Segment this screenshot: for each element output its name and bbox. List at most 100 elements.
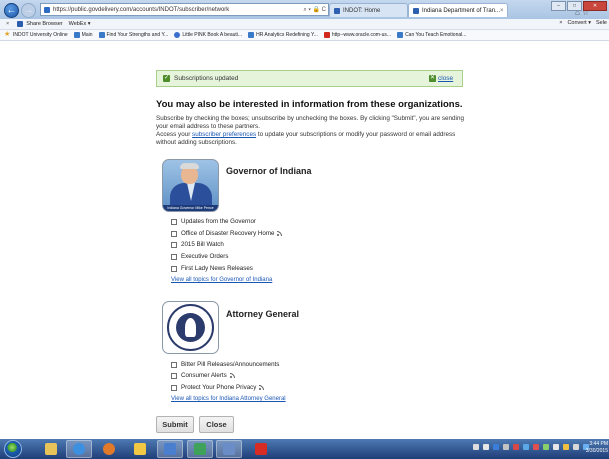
tray-icon[interactable] xyxy=(543,444,549,450)
system-tray xyxy=(473,444,589,450)
close-icon[interactable]: ✕ xyxy=(429,75,436,82)
topic-first-lady-news[interactable]: First Lady News Releases xyxy=(171,265,253,272)
browser-titlebar: ← → https://public.govdelivery.com/accou… xyxy=(0,0,609,19)
tray-icon[interactable] xyxy=(503,444,509,450)
rss-icon[interactable] xyxy=(229,373,235,378)
tab-close-icon[interactable]: × xyxy=(500,8,504,14)
minimize-button[interactable]: – xyxy=(551,1,566,11)
attorney-general-seal xyxy=(162,301,219,354)
tab-indiana-dot[interactable]: Indiana Department of Tran... × xyxy=(408,3,508,17)
command-bar-close-icon[interactable]: × xyxy=(6,21,9,27)
topic-label: Consumer Alerts xyxy=(181,372,227,379)
oracle-icon xyxy=(323,32,330,38)
tab-label: Indiana Department of Tran... xyxy=(422,7,501,14)
topic-checkbox[interactable] xyxy=(171,384,177,391)
topic-checkbox[interactable] xyxy=(171,372,177,379)
start-button[interactable] xyxy=(4,440,22,458)
topic-bitter-pill[interactable]: Bitter Pill Releases/Announcements xyxy=(171,361,279,368)
favorite-indot-university[interactable]: ★ INDOT University Online xyxy=(4,31,68,38)
topic-label: Office of Disaster Recovery Home xyxy=(181,230,275,237)
favorite-main[interactable]: Main xyxy=(73,32,93,38)
topic-label: Executive Orders xyxy=(181,253,229,260)
app-icon xyxy=(164,443,176,455)
tray-icon[interactable] xyxy=(523,444,529,450)
webex-menu[interactable]: WebEx ▾ xyxy=(69,21,91,27)
topic-executive-orders[interactable]: Executive Orders xyxy=(171,253,228,260)
close-button[interactable]: Close xyxy=(199,416,234,433)
intro-line-2: Access your subscriber preferences to up… xyxy=(156,131,476,147)
seal-inner-ring xyxy=(176,313,205,342)
topic-label: Protect Your Phone Privacy xyxy=(181,384,257,391)
topic-phone-privacy[interactable]: Protect Your Phone Privacy xyxy=(171,384,265,391)
topic-consumer-alerts[interactable]: Consumer Alerts xyxy=(171,372,235,379)
tray-icon[interactable] xyxy=(483,444,489,450)
select-menu[interactable]: Sele xyxy=(596,20,607,26)
tab-favicon-icon xyxy=(413,7,419,14)
taskbar-internet-explorer[interactable] xyxy=(66,440,92,458)
taskbar-clock[interactable]: 3:44 PM 3/30/2015 xyxy=(586,441,608,455)
favorite-oracle[interactable]: http--www.oracle.com-us... xyxy=(323,32,391,38)
address-bar[interactable]: https://public.govdelivery.com/accounts/… xyxy=(40,3,329,16)
tray-icon[interactable] xyxy=(563,444,569,450)
address-controls[interactable]: ⌕ ▾ 🔒 C xyxy=(303,6,326,14)
tray-icon[interactable] xyxy=(513,444,519,450)
star-icon: ★ xyxy=(4,31,11,38)
org-name-attorney-general: Attorney General xyxy=(226,309,300,319)
favorite-label: Main xyxy=(81,32,93,38)
tray-icon[interactable] xyxy=(473,444,479,450)
topic-label: First Lady News Releases xyxy=(181,265,253,272)
topic-checkbox[interactable] xyxy=(171,265,177,272)
rss-icon[interactable] xyxy=(277,231,283,236)
volume-icon[interactable] xyxy=(573,444,579,450)
share-browser-button[interactable]: Share Browser xyxy=(26,21,62,27)
intro-line-1: Subscribe by checking the boxes; unsubsc… xyxy=(156,115,464,130)
rss-icon[interactable] xyxy=(259,385,265,390)
topic-checkbox[interactable] xyxy=(171,218,177,225)
back-button[interactable]: ← xyxy=(4,3,19,18)
intro-text-pre: Access your xyxy=(156,130,193,138)
tab-indot-home[interactable]: INDOT: Home xyxy=(329,3,408,17)
taskbar-app-doc[interactable] xyxy=(216,440,242,458)
share-browser-icon xyxy=(17,21,24,27)
taskbar-firefox[interactable] xyxy=(96,440,122,458)
favorite-find-strengths[interactable]: Find Your Strengths and Y... xyxy=(98,32,168,38)
favorite-label: Little PINK Book A beauti... xyxy=(182,32,243,38)
topic-updates-from-governor[interactable]: Updates from the Governor xyxy=(171,218,256,225)
taskbar-app-green[interactable] xyxy=(187,440,213,458)
mail-icon xyxy=(134,443,146,455)
maximize-button[interactable]: □ xyxy=(567,1,582,11)
taskbar-file-explorer[interactable] xyxy=(38,440,64,458)
toolbar-close-icon[interactable]: × xyxy=(559,20,562,26)
tray-icon[interactable] xyxy=(533,444,539,450)
tray-icon[interactable] xyxy=(553,444,559,450)
tab-favicon-icon xyxy=(334,7,340,14)
convert-menu[interactable]: Convert ▾ xyxy=(567,20,591,26)
taskbar-outlook[interactable] xyxy=(127,440,153,458)
favorite-hr-analytics[interactable]: HR Analytics Redefining Y... xyxy=(248,32,318,38)
firefox-icon xyxy=(103,443,115,455)
tray-icon[interactable] xyxy=(493,444,499,450)
window-close-button[interactable]: ✕ xyxy=(583,1,607,11)
topic-checkbox[interactable] xyxy=(171,253,177,260)
taskbar-app-blue[interactable] xyxy=(157,440,183,458)
topic-checkbox[interactable] xyxy=(171,361,177,368)
topic-label: Bitter Pill Releases/Announcements xyxy=(181,361,280,368)
topic-checkbox[interactable] xyxy=(171,241,177,248)
seal-figure xyxy=(185,318,196,337)
favorite-emotional[interactable]: Can You Teach Emotional... xyxy=(397,32,466,38)
clock-time: 3:44 PM xyxy=(589,441,608,447)
taskbar-pdf[interactable] xyxy=(248,440,274,458)
topic-checkbox[interactable] xyxy=(171,230,177,237)
topic-disaster-recovery[interactable]: Office of Disaster Recovery Home xyxy=(171,230,283,237)
subscriber-preferences-link[interactable]: subscriber preferences xyxy=(192,131,256,138)
favorites-bar: ★ INDOT University Online Main Find Your … xyxy=(0,30,609,41)
submit-button[interactable]: Submit xyxy=(156,416,194,433)
view-all-governor-link[interactable]: View all topics for Governor of Indiana xyxy=(171,277,272,283)
view-all-attorney-general-link[interactable]: View all topics for Indiana Attorney Gen… xyxy=(171,396,286,402)
command-bar-right: × Convert ▾ Sele xyxy=(559,20,607,26)
favorite-little-pink-book[interactable]: Little PINK Book A beauti... xyxy=(174,32,242,38)
topic-2015-bill-watch[interactable]: 2015 Bill Watch xyxy=(171,241,224,248)
alert-close-link[interactable]: close xyxy=(438,75,453,82)
document-icon xyxy=(223,443,235,455)
forward-button[interactable]: → xyxy=(21,3,36,18)
